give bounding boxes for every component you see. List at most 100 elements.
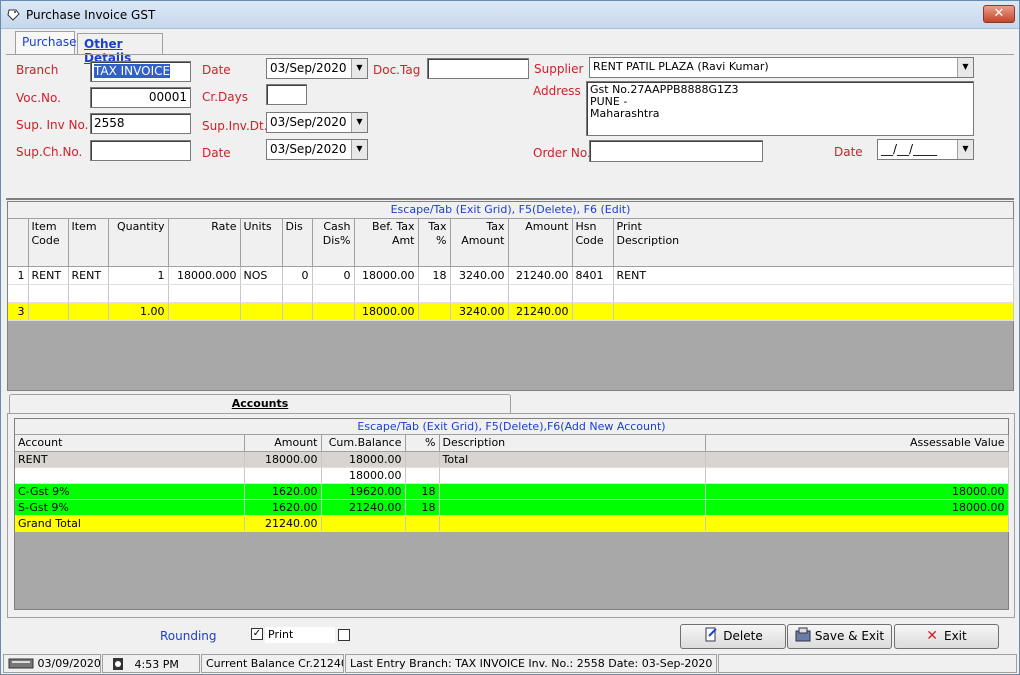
table-row[interactable]: 1 RENT RENT 1 18000.000 NOS 0 0 18000.00… bbox=[8, 266, 1014, 285]
address-box[interactable]: Gst No.27AAPPB8888G1Z3 PUNE - Maharashtr… bbox=[586, 81, 974, 136]
cell-description[interactable]: Total bbox=[439, 451, 706, 468]
cell-description[interactable] bbox=[439, 483, 706, 500]
cell-pct[interactable]: 18 bbox=[405, 483, 440, 500]
date3-picker[interactable]: __/__/____ ▼ bbox=[877, 139, 974, 160]
total-amount: 21240.00 bbox=[508, 302, 573, 321]
cell-pct[interactable] bbox=[405, 451, 440, 468]
col-hsn-code[interactable]: Hsn Code bbox=[572, 219, 614, 267]
date-picker[interactable]: 03/Sep/2020 ▼ bbox=[266, 58, 368, 79]
cell-print-desc[interactable]: RENT bbox=[613, 266, 1014, 285]
cell-tax-amount[interactable]: 3240.00 bbox=[450, 266, 509, 285]
cell-quantity[interactable]: 1 bbox=[108, 266, 169, 285]
supinv-field[interactable]: 2558 bbox=[90, 113, 191, 134]
table-row[interactable] bbox=[8, 284, 1014, 303]
cell-hsn[interactable]: 8401 bbox=[572, 266, 614, 285]
save-icon bbox=[795, 627, 811, 642]
cell-item-code[interactable]: RENT bbox=[28, 266, 69, 285]
chevron-down-icon[interactable]: ▼ bbox=[351, 140, 367, 159]
tab-purchase[interactable]: Purchase bbox=[15, 31, 77, 55]
col-units[interactable]: Units bbox=[240, 219, 283, 267]
save-exit-button-label: Save & Exit bbox=[814, 629, 885, 643]
tab-other-details[interactable]: Other Details bbox=[77, 33, 163, 65]
chevron-down-icon[interactable]: ▼ bbox=[957, 58, 973, 77]
total-row-number: 3 bbox=[8, 302, 29, 321]
save-exit-button[interactable]: Save & Exit bbox=[787, 624, 892, 649]
cell-account[interactable]: RENT bbox=[15, 451, 245, 468]
cell-dis[interactable]: 0 bbox=[282, 266, 313, 285]
cell-assessable[interactable] bbox=[705, 451, 1009, 468]
status-empty-panel bbox=[718, 654, 1017, 673]
col-print-desc[interactable]: Print Description bbox=[613, 219, 1014, 267]
cell-account[interactable]: C-Gst 9% bbox=[15, 483, 245, 500]
doctag-label: Doc.Tag bbox=[373, 63, 421, 77]
supplier-select[interactable]: RENT PATIL PLAZA (Ravi Kumar) ▼ bbox=[589, 57, 974, 78]
crdays-field[interactable] bbox=[266, 84, 307, 105]
chevron-down-icon[interactable]: ▼ bbox=[957, 140, 973, 159]
table-row[interactable]: C-Gst 9% 1620.00 19620.00 18 18000.00 bbox=[15, 483, 1009, 500]
vocno-field[interactable]: 00001 bbox=[90, 87, 191, 108]
chevron-down-icon[interactable]: ▼ bbox=[351, 113, 367, 132]
status-date-panel: 03/09/2020 bbox=[3, 654, 101, 673]
cell-assessable[interactable]: 18000.00 bbox=[705, 499, 1009, 516]
col-account[interactable]: Account bbox=[15, 435, 245, 452]
cell-cum-balance[interactable]: 18000.00 bbox=[321, 451, 406, 468]
cell-bef-tax[interactable]: 18000.00 bbox=[354, 266, 419, 285]
col-cum-balance[interactable]: Cum.Balance bbox=[321, 435, 406, 452]
orderno-field[interactable] bbox=[589, 140, 763, 162]
cell-amount[interactable]: 21240.00 bbox=[508, 266, 573, 285]
keyboard-icon bbox=[8, 658, 34, 669]
col-item-code[interactable]: Item Code bbox=[28, 219, 69, 267]
col-acc-amount[interactable]: Amount bbox=[244, 435, 322, 452]
cell-cum-balance[interactable]: 18000.00 bbox=[321, 467, 406, 484]
purchase-invoice-window: Purchase Invoice GST ✕ Purchase Other De… bbox=[0, 0, 1020, 675]
cell-description[interactable] bbox=[439, 499, 706, 516]
branch-field[interactable]: TAX INVOICE bbox=[90, 61, 191, 82]
tab-accounts[interactable]: Accounts bbox=[9, 394, 511, 414]
supch-label: Sup.Ch.No. bbox=[16, 145, 83, 159]
col-rate[interactable]: Rate bbox=[168, 219, 241, 267]
cell-units[interactable]: NOS bbox=[240, 266, 283, 285]
exit-button[interactable]: ✕ Exit bbox=[894, 624, 999, 649]
col-tax-amount[interactable]: Tax Amount bbox=[450, 219, 509, 267]
doctag-field[interactable] bbox=[427, 58, 529, 79]
cell-cash-dis[interactable]: 0 bbox=[312, 266, 355, 285]
date2-picker[interactable]: 03/Sep/2020 ▼ bbox=[266, 139, 368, 160]
cell-cum-balance[interactable]: 21240.00 bbox=[321, 499, 406, 516]
chevron-down-icon[interactable]: ▼ bbox=[351, 59, 367, 78]
col-pct[interactable]: % bbox=[405, 435, 440, 452]
col-bef-tax[interactable]: Bef. Tax Amt bbox=[354, 219, 419, 267]
print-checkbox[interactable]: ✓ bbox=[251, 628, 263, 640]
col-assessable[interactable]: Assessable Value bbox=[705, 435, 1009, 452]
col-description[interactable]: Description bbox=[439, 435, 706, 452]
supinvdt-picker[interactable]: 03/Sep/2020 ▼ bbox=[266, 112, 368, 133]
cell-acc-amount[interactable]: 18000.00 bbox=[244, 451, 322, 468]
table-row[interactable]: 18000.00 bbox=[15, 467, 1009, 484]
cell-tax-pct[interactable]: 18 bbox=[418, 266, 451, 285]
cell-pct[interactable]: 18 bbox=[405, 499, 440, 516]
cell-cum-balance[interactable]: 19620.00 bbox=[321, 483, 406, 500]
col-item[interactable]: Item bbox=[68, 219, 109, 267]
accounts-grid-hint: Escape/Tab (Exit Grid), F5(Delete),F6(Ad… bbox=[15, 419, 1008, 435]
cell-acc-amount[interactable]: 1620.00 bbox=[244, 499, 322, 516]
table-row[interactable]: S-Gst 9% 1620.00 21240.00 18 18000.00 bbox=[15, 499, 1009, 516]
close-button[interactable]: ✕ bbox=[983, 5, 1015, 23]
rounding-checkbox[interactable] bbox=[338, 629, 350, 641]
col-tax-pct[interactable]: Tax% bbox=[418, 219, 451, 267]
cell-account[interactable]: S-Gst 9% bbox=[15, 499, 245, 516]
grand-total-row: Grand Total 21240.00 bbox=[15, 515, 1009, 532]
col-quantity[interactable]: Quantity bbox=[108, 219, 169, 267]
col-dis[interactable]: Dis bbox=[282, 219, 313, 267]
cell-assessable[interactable]: 18000.00 bbox=[705, 483, 1009, 500]
total-quantity: 1.00 bbox=[108, 302, 169, 321]
cell-rate[interactable]: 18000.000 bbox=[168, 266, 241, 285]
accounts-grid[interactable]: Escape/Tab (Exit Grid), F5(Delete),F6(Ad… bbox=[14, 418, 1009, 610]
delete-button[interactable]: Delete bbox=[680, 624, 786, 649]
col-amount[interactable]: Amount bbox=[508, 219, 573, 267]
supplier-label: Supplier bbox=[534, 62, 584, 76]
supch-field[interactable] bbox=[90, 140, 191, 161]
cell-item[interactable]: RENT bbox=[68, 266, 109, 285]
table-row[interactable]: RENT 18000.00 18000.00 Total bbox=[15, 451, 1009, 468]
cell-acc-amount[interactable]: 1620.00 bbox=[244, 483, 322, 500]
col-cash-dis[interactable]: Cash Dis% bbox=[312, 219, 355, 267]
items-grid[interactable]: Escape/Tab (Exit Grid), F5(Delete), F6 (… bbox=[7, 201, 1014, 391]
